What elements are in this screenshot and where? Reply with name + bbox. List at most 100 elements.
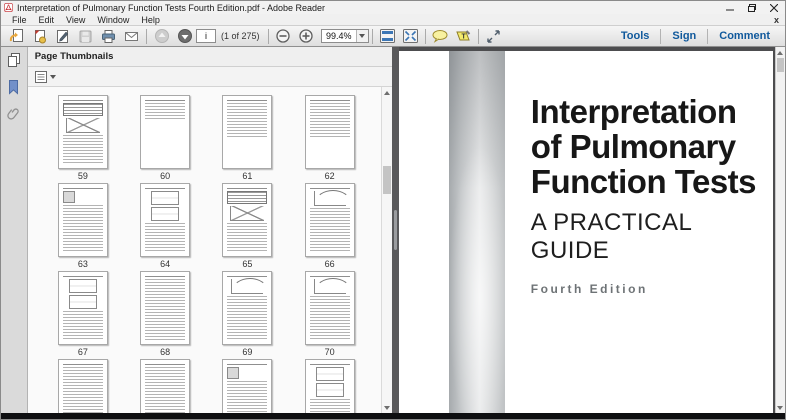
taskbar-edge bbox=[1, 413, 785, 419]
close-document-button[interactable]: x bbox=[774, 15, 779, 25]
thumbnail-cell bbox=[304, 359, 355, 413]
scrollbar-thumb[interactable] bbox=[382, 166, 391, 194]
fit-window-button[interactable] bbox=[399, 27, 422, 46]
minimize-button[interactable] bbox=[719, 1, 741, 14]
thumbnail-cell: 60 bbox=[140, 95, 191, 183]
menu-edit[interactable]: Edit bbox=[33, 15, 61, 25]
attachments-icon[interactable] bbox=[4, 104, 24, 124]
thumbnail-cell: 61 bbox=[222, 95, 273, 183]
thumbnail-cell: 66 bbox=[304, 183, 355, 271]
panel-splitter[interactable] bbox=[391, 47, 399, 413]
menu-file[interactable]: File bbox=[6, 15, 33, 25]
previous-page-button[interactable] bbox=[150, 27, 173, 46]
scrollbar-thumb[interactable] bbox=[776, 58, 784, 72]
zoom-out-button[interactable] bbox=[272, 27, 295, 46]
bookmarks-icon[interactable] bbox=[4, 77, 24, 97]
scrolling-mode-button[interactable] bbox=[376, 27, 399, 46]
thumbnails-grid: 59 60 61 62 63 64 65 66 67 68 69 70 bbox=[27, 87, 381, 413]
thumbnail-page-59[interactable] bbox=[57, 95, 108, 169]
email-button[interactable] bbox=[120, 27, 143, 46]
thumbnail-page[interactable] bbox=[304, 359, 355, 413]
zoom-level-select[interactable]: 99.4% bbox=[320, 29, 369, 43]
toolbar-separator bbox=[424, 28, 426, 44]
cover-left-margin bbox=[398, 51, 449, 413]
thumbnail-page-number: 70 bbox=[324, 347, 335, 357]
toolbar: (1 of 275) 99.4% bbox=[1, 25, 785, 47]
thumbnail-page-70[interactable] bbox=[304, 271, 355, 345]
thumbnail-options-button[interactable] bbox=[34, 70, 56, 84]
page-count-label: (1 of 275) bbox=[221, 31, 260, 41]
thumbnail-page-62[interactable] bbox=[304, 95, 355, 169]
sticky-note-button[interactable] bbox=[429, 27, 452, 46]
thumbnail-page-number: 64 bbox=[160, 259, 171, 269]
thumbnails-scrollbar[interactable] bbox=[380, 87, 392, 413]
fullscreen-button[interactable] bbox=[482, 27, 505, 46]
thumbnail-page-number: 61 bbox=[242, 171, 253, 181]
thumbnail-cell bbox=[222, 359, 273, 413]
toolbar-separator bbox=[267, 28, 269, 44]
thumbnail-page[interactable] bbox=[57, 359, 108, 413]
thumbnail-page-61[interactable] bbox=[222, 95, 273, 169]
thumbnail-page-number: 69 bbox=[242, 347, 253, 357]
document-scrollbar[interactable] bbox=[774, 47, 785, 413]
thumbnail-cell: 62 bbox=[304, 95, 355, 183]
thumbnail-page-number: 60 bbox=[160, 171, 171, 181]
page-thumbnails-icon[interactable] bbox=[4, 50, 24, 70]
next-page-button[interactable] bbox=[173, 27, 196, 46]
svg-text:T: T bbox=[462, 34, 467, 41]
scroll-up-icon[interactable] bbox=[776, 47, 785, 58]
thumbnail-page-number: 66 bbox=[324, 259, 335, 269]
thumbnail-page[interactable] bbox=[222, 359, 273, 413]
scrollbar-track[interactable] bbox=[382, 98, 392, 402]
thumbnail-page-66[interactable] bbox=[304, 183, 355, 257]
comment-button[interactable]: Comment bbox=[708, 26, 781, 46]
thumbnail-page-68[interactable] bbox=[140, 271, 191, 345]
thumbnail-page-number: 63 bbox=[77, 259, 88, 269]
thumbnail-page-69[interactable] bbox=[222, 271, 273, 345]
options-caret-icon bbox=[49, 74, 56, 79]
menu-view[interactable]: View bbox=[60, 15, 91, 25]
book-title: Interpretation of Pulmonary Function Tes… bbox=[530, 93, 757, 200]
tools-button[interactable]: Tools bbox=[610, 26, 661, 46]
scroll-up-icon[interactable] bbox=[382, 87, 392, 98]
thumbnail-page-number: 68 bbox=[160, 347, 171, 357]
thumbnail-cell: 59 bbox=[57, 95, 108, 183]
print-button[interactable] bbox=[97, 27, 120, 46]
save-button[interactable] bbox=[74, 27, 97, 46]
window-title: Interpretation of Pulmonary Function Tes… bbox=[17, 2, 326, 13]
book-edition: Fourth Edition bbox=[530, 282, 648, 296]
panel-toolbar bbox=[27, 67, 392, 87]
maximize-button[interactable] bbox=[741, 1, 763, 14]
thumbnail-cell: 67 bbox=[57, 271, 108, 359]
thumbnail-page-number: 59 bbox=[77, 171, 88, 181]
zoom-level-value: 99.4% bbox=[326, 31, 352, 41]
fill-sign-button[interactable] bbox=[51, 27, 74, 46]
page-number-input[interactable] bbox=[196, 29, 216, 43]
adobe-reader-window: Interpretation of Pulmonary Function Tes… bbox=[0, 0, 786, 420]
thumbnail-page-60[interactable] bbox=[140, 95, 191, 169]
document-page[interactable]: Interpretation of Pulmonary Function Tes… bbox=[398, 51, 773, 413]
thumbnail-cell: 69 bbox=[222, 271, 273, 359]
thumbnail-page-64[interactable] bbox=[140, 183, 191, 257]
open-button[interactable] bbox=[5, 27, 28, 46]
thumbnail-cell: 65 bbox=[222, 183, 273, 271]
zoom-in-button[interactable] bbox=[295, 27, 318, 46]
thumbnail-page-67[interactable] bbox=[57, 271, 108, 345]
sign-button[interactable]: Sign bbox=[661, 26, 707, 46]
thumbnail-page-63[interactable] bbox=[57, 183, 108, 257]
scroll-down-icon[interactable] bbox=[776, 402, 785, 413]
close-button[interactable] bbox=[763, 1, 785, 14]
thumbnail-page-65[interactable] bbox=[222, 183, 273, 257]
menu-window[interactable]: Window bbox=[91, 15, 135, 25]
thumbnail-page-number: 65 bbox=[242, 259, 253, 269]
zoom-dropdown-caret[interactable] bbox=[355, 30, 368, 42]
thumbnail-page[interactable] bbox=[140, 359, 191, 413]
splitter-handle[interactable] bbox=[393, 210, 397, 250]
highlight-text-button[interactable]: T bbox=[452, 27, 475, 46]
scroll-down-icon[interactable] bbox=[382, 402, 392, 413]
save-as-other-button[interactable] bbox=[28, 27, 51, 46]
cover-spine-gradient bbox=[448, 51, 505, 413]
scrollbar-track[interactable] bbox=[776, 58, 785, 402]
menu-help[interactable]: Help bbox=[135, 15, 166, 25]
menu-bar: File Edit View Window Help x bbox=[1, 14, 785, 25]
